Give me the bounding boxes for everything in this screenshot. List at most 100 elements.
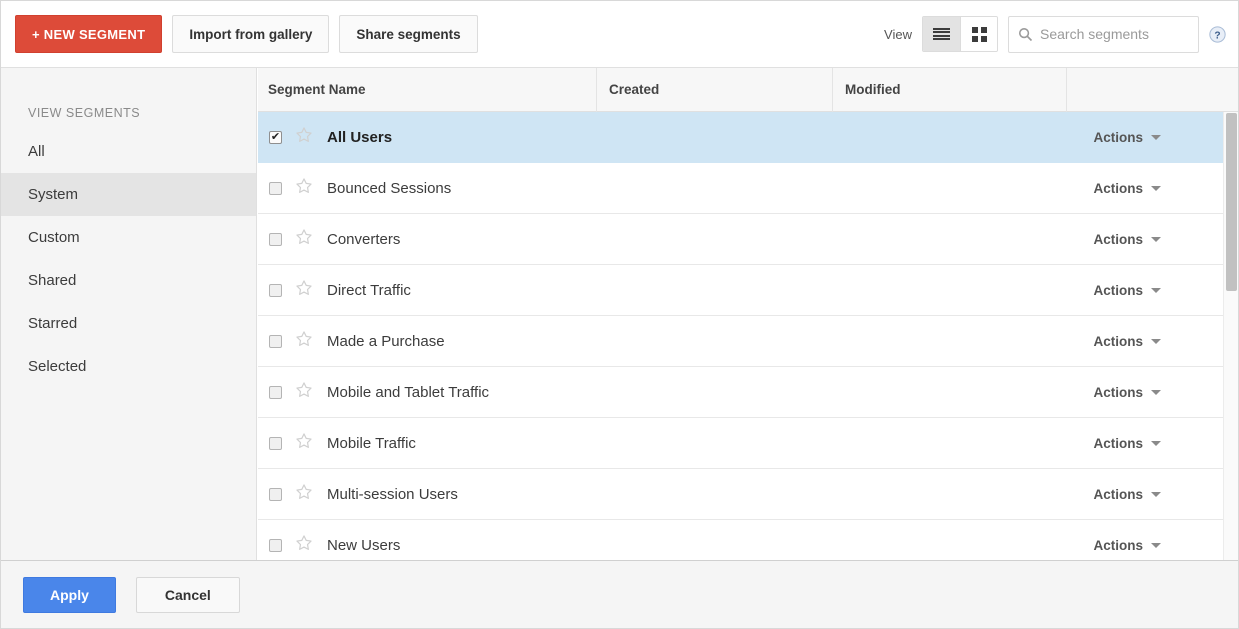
table-row[interactable]: New Users Actions xyxy=(258,520,1238,560)
sidebar-item-system[interactable]: System xyxy=(1,173,256,216)
row-actions-label: Actions xyxy=(1093,180,1143,196)
row-checkbox[interactable] xyxy=(269,436,282,450)
sidebar-item-label: Selected xyxy=(28,358,87,375)
row-actions-label: Actions xyxy=(1093,384,1143,400)
chevron-down-icon xyxy=(1151,440,1161,446)
row-actions-label: Actions xyxy=(1093,282,1143,298)
segment-name-label: Multi-session Users xyxy=(327,485,458,503)
grid-view-icon xyxy=(971,26,987,42)
sidebar-item-starred[interactable]: Starred xyxy=(1,302,256,345)
sidebar-item-custom[interactable]: Custom xyxy=(1,216,256,259)
search-input[interactable] xyxy=(1040,26,1180,42)
star-icon[interactable] xyxy=(295,330,313,353)
sidebar-item-selected[interactable]: Selected xyxy=(1,345,256,388)
row-checkbox[interactable] xyxy=(269,487,282,501)
toolbar-right-group: View Search segments ? xyxy=(884,15,1226,53)
table-header-row: Segment Name Created Modified xyxy=(258,68,1238,112)
chevron-down-icon xyxy=(1151,134,1161,140)
row-actions-label: Actions xyxy=(1093,435,1143,451)
row-checkbox[interactable] xyxy=(269,538,282,552)
table-row[interactable]: Mobile Traffic Actions xyxy=(258,418,1238,469)
view-label: View xyxy=(884,26,912,42)
segment-name-label: Direct Traffic xyxy=(327,281,411,299)
star-icon[interactable] xyxy=(295,228,313,251)
row-actions-menu[interactable]: Actions xyxy=(1093,487,1161,502)
column-header-modified[interactable]: Modified xyxy=(833,68,1067,112)
star-icon[interactable] xyxy=(295,534,313,557)
star-icon[interactable] xyxy=(295,381,313,404)
table-row[interactable]: Bounced Sessions Actions xyxy=(258,163,1238,214)
search-segments-box[interactable] xyxy=(1008,15,1199,53)
segment-name-label: Mobile Traffic xyxy=(327,434,416,452)
row-actions-label: Actions xyxy=(1093,333,1143,349)
row-actions-menu[interactable]: Actions xyxy=(1093,334,1161,349)
share-segments-label: Share segments xyxy=(356,26,461,42)
row-actions-menu[interactable]: Actions xyxy=(1093,436,1161,451)
share-segments-button[interactable]: Share segments xyxy=(339,15,478,53)
table-row[interactable]: Made a Purchase Actions xyxy=(258,316,1238,367)
star-icon[interactable] xyxy=(295,279,313,302)
top-toolbar: + NEW SEGMENT Import from gallery Share … xyxy=(1,1,1238,68)
row-actions-label: Actions xyxy=(1093,231,1143,247)
segment-name-label: Mobile and Tablet Traffic xyxy=(327,383,490,401)
chevron-down-icon xyxy=(1151,389,1161,395)
row-checkbox[interactable] xyxy=(269,130,282,144)
star-icon[interactable] xyxy=(295,177,313,200)
view-mode-toggle xyxy=(922,16,998,52)
row-checkbox[interactable] xyxy=(269,232,282,246)
table-row[interactable]: All Users Actions xyxy=(258,112,1238,163)
cancel-button[interactable]: Cancel xyxy=(135,576,240,613)
apply-label: Apply xyxy=(50,586,89,603)
chevron-down-icon xyxy=(1151,491,1161,497)
sidebar-item-label: Starred xyxy=(28,315,78,332)
row-actions-menu[interactable]: Actions xyxy=(1093,385,1161,400)
view-mode-list-button[interactable] xyxy=(923,17,960,51)
row-checkbox[interactable] xyxy=(269,385,282,399)
row-actions-label: Actions xyxy=(1093,537,1143,553)
apply-button[interactable]: Apply xyxy=(23,576,116,613)
view-mode-grid-button[interactable] xyxy=(960,17,997,51)
star-icon[interactable] xyxy=(295,126,313,149)
new-segment-label: + NEW SEGMENT xyxy=(32,26,146,42)
row-actions-menu[interactable]: Actions xyxy=(1093,181,1161,196)
segment-name-label: Bounced Sessions xyxy=(327,179,452,197)
scrollbar-thumb[interactable] xyxy=(1226,113,1237,291)
row-actions-menu[interactable]: Actions xyxy=(1093,130,1161,145)
row-checkbox[interactable] xyxy=(269,181,282,195)
chevron-down-icon xyxy=(1151,542,1161,548)
sidebar-item-label: All xyxy=(28,143,45,160)
sidebar-item-shared[interactable]: Shared xyxy=(1,259,256,302)
row-actions-menu[interactable]: Actions xyxy=(1093,283,1161,298)
column-header-created[interactable]: Created xyxy=(597,68,833,112)
sidebar-item-list: All System Custom Shared Starred Selecte… xyxy=(1,130,256,388)
star-icon[interactable] xyxy=(295,483,313,506)
chevron-down-icon xyxy=(1151,185,1161,191)
row-checkbox[interactable] xyxy=(269,334,282,348)
column-header-segment-name[interactable]: Segment Name xyxy=(258,68,597,112)
cancel-label: Cancel xyxy=(164,586,211,603)
new-segment-button[interactable]: + NEW SEGMENT xyxy=(15,15,163,53)
segment-picker-dialog: + NEW SEGMENT Import from gallery Share … xyxy=(0,0,1239,629)
row-actions-label: Actions xyxy=(1093,486,1143,502)
segment-name-label: New Users xyxy=(327,536,401,554)
chevron-down-icon xyxy=(1151,287,1161,293)
table-row[interactable]: Mobile and Tablet Traffic Actions xyxy=(258,367,1238,418)
star-icon[interactable] xyxy=(295,432,313,455)
table-row[interactable]: Converters Actions xyxy=(258,214,1238,265)
row-actions-menu[interactable]: Actions xyxy=(1093,538,1161,553)
import-from-gallery-button[interactable]: Import from gallery xyxy=(172,15,330,53)
column-header-label: Segment Name xyxy=(268,82,366,97)
sidebar-item-label: Custom xyxy=(28,229,80,246)
dialog-footer: Apply Cancel xyxy=(1,560,1238,628)
segment-name-label: Made a Purchase xyxy=(327,332,445,350)
row-actions-menu[interactable]: Actions xyxy=(1093,232,1161,247)
list-view-icon xyxy=(933,27,950,41)
row-checkbox[interactable] xyxy=(269,283,282,297)
sidebar-item-all[interactable]: All xyxy=(1,130,256,173)
help-circle-icon[interactable]: ? xyxy=(1209,25,1226,43)
column-header-actions xyxy=(1067,68,1238,112)
segments-table: Segment Name Created Modified All UsersA… xyxy=(258,68,1238,560)
table-row[interactable]: Multi-session Users Actions xyxy=(258,469,1238,520)
table-row[interactable]: Direct Traffic Actions xyxy=(258,265,1238,316)
table-scrollbar[interactable] xyxy=(1223,112,1238,560)
